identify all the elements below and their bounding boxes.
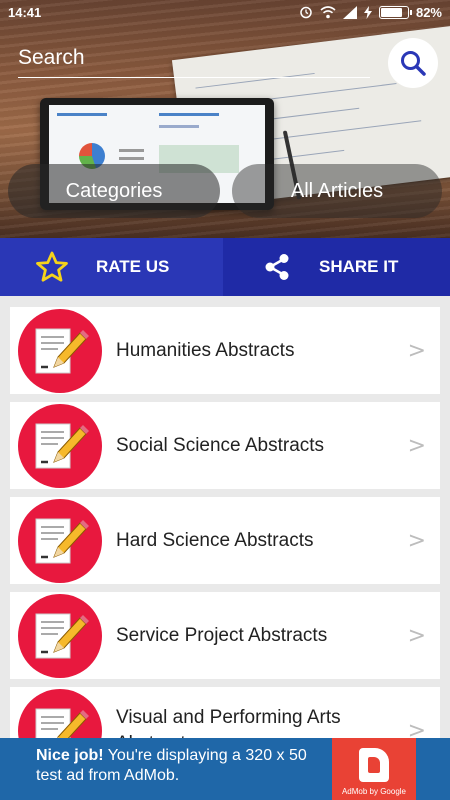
ad-caption: AdMob by Google — [341, 787, 407, 796]
search-input[interactable] — [18, 45, 370, 70]
chevron-right-icon: > — [407, 623, 426, 648]
chevron-right-icon: > — [407, 338, 426, 363]
signal-icon — [342, 5, 357, 19]
header-banner: Categories All Articles — [0, 0, 450, 238]
search-bar — [18, 38, 370, 78]
battery-level — [380, 7, 403, 17]
list-item-service-project[interactable]: Service Project Abstracts > — [10, 592, 440, 679]
share-icon — [265, 254, 289, 280]
list-item-social-science[interactable]: Social Science Abstracts > — [10, 402, 440, 489]
list-item-label: Service Project Abstracts — [116, 624, 328, 646]
document-pencil-icon — [18, 593, 102, 678]
ad-banner[interactable]: Nice job! You're displaying a 320 x 50 t… — [0, 738, 450, 800]
status-time: 14:41 — [8, 4, 42, 20]
tab-all-articles-label: All Articles — [290, 179, 384, 202]
list-item-hard-science[interactable]: Hard Science Abstracts > — [10, 497, 440, 584]
list-item-humanities[interactable]: Humanities Abstracts > — [10, 307, 440, 394]
list-item-label: Humanities Abstracts — [116, 339, 295, 361]
tab-all-articles[interactable]: All Articles — [232, 164, 442, 218]
ad-background — [416, 738, 450, 800]
document-pencil-icon — [18, 403, 102, 488]
search-icon — [401, 51, 426, 76]
chevron-right-icon: > — [407, 433, 426, 458]
rate-us-button[interactable]: RATE US — [0, 238, 223, 296]
list-item-label: Hard Science Abstracts — [116, 529, 314, 551]
document-pencil-icon — [18, 308, 102, 393]
share-it-button[interactable]: SHARE IT — [223, 238, 450, 296]
battery-icon — [378, 5, 412, 19]
action-bar: RATE US SHARE IT — [0, 238, 450, 296]
chevron-right-icon: > — [407, 528, 426, 553]
status-bar: 14:41 82% — [0, 0, 450, 24]
search-button[interactable] — [388, 38, 438, 88]
wifi-icon — [320, 5, 336, 18]
share-it-label: SHARE IT — [319, 257, 399, 276]
battery-percent: 82% — [415, 4, 442, 20]
admob-logo-icon — [359, 748, 389, 782]
document-pencil-icon — [18, 498, 102, 583]
tab-categories[interactable]: Categories — [8, 164, 220, 218]
charging-icon — [363, 5, 372, 19]
list-item-label: Social Science Abstracts — [116, 434, 325, 456]
ad-text: Nice job! You're displaying a 320 x 50 t… — [0, 738, 332, 800]
ad-headline: Nice job! — [36, 747, 104, 764]
category-list: Humanities Abstracts > Social Science Ab… — [10, 307, 440, 782]
admob-logo: AdMob by Google — [332, 738, 416, 800]
rate-us-label: RATE US — [96, 257, 170, 276]
tab-categories-label: Categories — [65, 179, 163, 202]
alarm-icon — [300, 6, 312, 19]
star-icon — [36, 251, 68, 282]
